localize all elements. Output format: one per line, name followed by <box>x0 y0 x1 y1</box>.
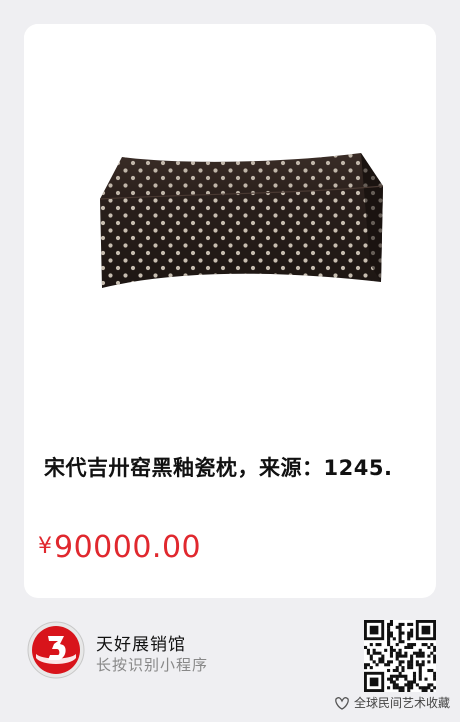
store-hint: 长按识别小程序 <box>96 656 209 674</box>
store-name[interactable]: 天好展销馆 <box>96 630 186 655</box>
product-title: 宋代吉卅窑黑釉瓷枕，来源：1245. <box>44 456 393 480</box>
product-price: ¥90000.00 <box>38 530 201 565</box>
watermark: 全球民间艺术收藏 <box>334 694 450 711</box>
product-card[interactable]: 宋代吉卅窑黑釉瓷枕，来源：1245. ¥90000.00 <box>24 24 436 598</box>
red-number-3-logo-icon[interactable] <box>26 620 86 680</box>
porcelain-pillow-icon <box>99 153 384 288</box>
price-amount: 90000.00 <box>54 530 202 565</box>
product-image[interactable] <box>24 24 436 434</box>
qr-code-icon[interactable] <box>364 620 437 693</box>
store-footer: 天好展销馆 长按识别小程序 全球民间艺术收藏 <box>0 600 460 722</box>
wechat-channel-icon <box>335 696 349 710</box>
share-poster: 宋代吉卅窑黑釉瓷枕，来源：1245. ¥90000.00 天好展销馆 长按识别小… <box>0 0 460 722</box>
currency-symbol: ¥ <box>38 534 52 559</box>
watermark-text: 全球民间艺术收藏 <box>353 696 450 710</box>
